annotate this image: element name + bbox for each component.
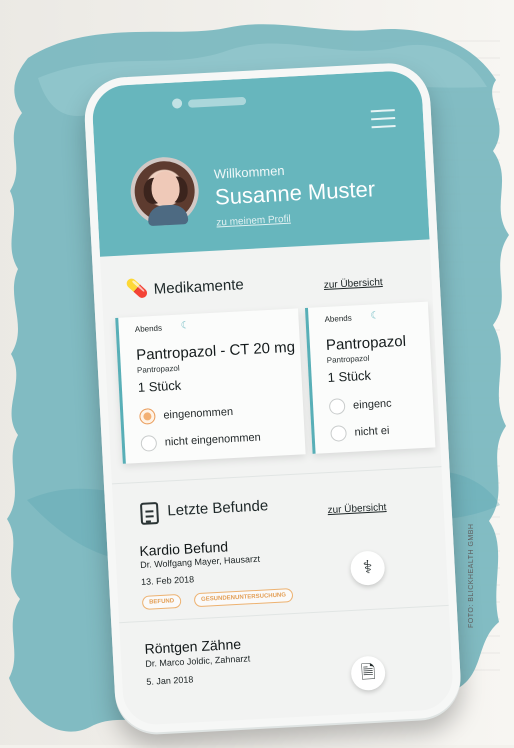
medication-time-label: Abends [324, 313, 352, 325]
not-taken-label: nicht eingenommen [164, 431, 262, 449]
profile-link[interactable]: zu meinem Profil [216, 214, 291, 229]
not-taken-label: nicht ei [354, 424, 390, 439]
hamburger-menu-icon[interactable] [370, 109, 396, 129]
avatar [128, 155, 201, 227]
taken-radio[interactable] [139, 408, 156, 425]
medication-time-label: Abends [134, 323, 163, 334]
photo-credit: FOTO: BLICKHEALTH GMBH [468, 523, 475, 628]
medication-dose: 1 Stück [327, 367, 372, 385]
speaker-notch [187, 96, 247, 108]
document-icon [139, 501, 160, 525]
findings-title: Letzte Befunde [166, 497, 269, 520]
taken-label: eingenommen [163, 405, 234, 422]
moon-icon: ☾ [180, 320, 190, 332]
medications-overview-link[interactable]: zur Übersicht [324, 277, 383, 291]
checkup-tag: GESUNDENUNTERSUCHUNG [193, 588, 294, 608]
welcome-label: Willkommen [213, 162, 285, 182]
medications-title: Medikamente [153, 276, 245, 298]
medication-name: Pantropazol [325, 332, 407, 354]
front-camera [171, 98, 183, 109]
taken-label: eingenc [352, 397, 392, 412]
befund-tag: BEFUND [141, 593, 182, 610]
medication-name: Pantropazol - CT 20 mg [135, 338, 296, 364]
finding-date: 13. Feb 2018 [140, 574, 195, 587]
medication-card-1[interactable]: Abends ☾ Pantropazol - CT 20 mg Pantropa… [115, 308, 306, 464]
medication-subtitle: Pantropazol [136, 363, 180, 375]
medication-card-2[interactable]: Abends ☾ Pantropazol Pantropazol 1 Stück… [304, 301, 436, 454]
findings-overview-link[interactable]: zur Übersicht [327, 502, 386, 516]
section-divider [111, 466, 442, 485]
user-name: Susanne Muster [214, 176, 376, 210]
phone-mockup: Willkommen Susanne Muster zu meinem Prof… [82, 61, 463, 748]
taken-radio[interactable] [328, 398, 346, 415]
phone-screen: Willkommen Susanne Muster zu meinem Prof… [82, 61, 463, 735]
document-button[interactable]: 🗎 [350, 655, 387, 692]
not-taken-radio[interactable] [330, 425, 347, 442]
doctor-button[interactable]: ⚕ [349, 550, 386, 586]
medication-dose: 1 Stück [137, 377, 182, 395]
pill-icon: 💊 [125, 278, 149, 301]
finding-date: 5. Jan 2018 [146, 674, 194, 687]
not-taken-radio[interactable] [140, 434, 158, 452]
moon-icon: ☾ [370, 310, 380, 322]
medication-subtitle: Pantropazol [326, 353, 370, 365]
profile-header: Willkommen Susanne Muster zu meinem Prof… [91, 69, 430, 257]
